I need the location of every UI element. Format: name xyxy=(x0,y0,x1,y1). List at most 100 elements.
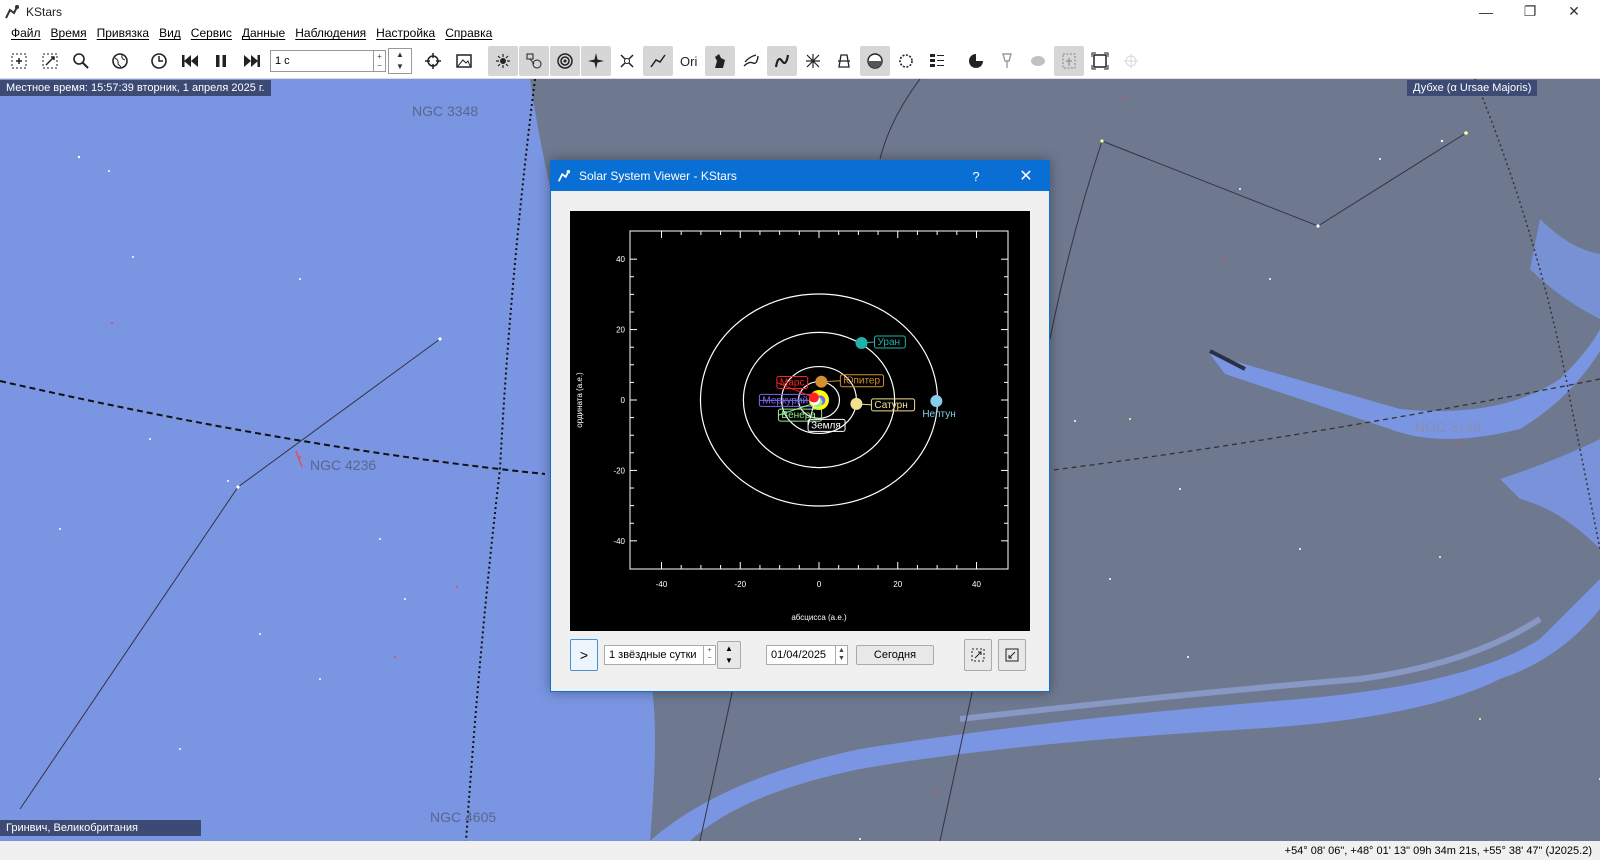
zoom-out-icon[interactable] xyxy=(35,46,65,76)
menu-file[interactable]: Файл xyxy=(6,26,46,40)
dialog-help-button[interactable]: ? xyxy=(963,161,989,191)
label-ngc4236: NGC 4236 xyxy=(310,457,376,473)
main-toolbar: 1 c + − ▲ ▼ Ori xyxy=(0,43,1600,79)
today-button[interactable]: Сегодня xyxy=(856,645,934,665)
hips-toggle-icon[interactable] xyxy=(922,46,952,76)
solar-system-plot[interactable]: -40 -20 0 20 40 40 20 0 -20 -40 Меркурий Венера Зем… xyxy=(570,211,1030,631)
minimize-button[interactable]: — xyxy=(1464,0,1508,23)
coordinates-readout: +54° 08' 06", +48° 01' 13" 09h 34m 21s, … xyxy=(1284,844,1592,857)
time-step-control: 1 c + − ▲ ▼ xyxy=(270,47,412,74)
maximize-button[interactable]: ❐ xyxy=(1508,0,1552,23)
date-field[interactable]: 01/04/2025 xyxy=(766,645,836,665)
y-tick-label: 40 xyxy=(616,255,625,264)
time-step-units[interactable]: ▲ ▼ xyxy=(388,47,412,74)
x-tick-label: -20 xyxy=(734,580,746,589)
milky-way-toggle-icon[interactable] xyxy=(736,46,766,76)
play-button[interactable]: > xyxy=(570,639,598,671)
dialog-titlebar: Solar System Viewer - KStars ? ✕ xyxy=(551,161,1049,191)
horizontal-grid-toggle-icon[interactable] xyxy=(829,46,859,76)
dialog-close-button[interactable]: ✕ xyxy=(1009,161,1043,191)
menu-data[interactable]: Данные xyxy=(237,26,290,40)
date-spinner[interactable]: ▲ ▼ xyxy=(836,645,848,665)
y-tick-label: -20 xyxy=(613,466,625,475)
time-step-spin[interactable]: + − xyxy=(374,49,386,72)
menubar: Файл Время Привязка Вид Сервис Данные На… xyxy=(0,23,1600,43)
y-tick-label: 20 xyxy=(616,326,625,335)
x-tick-label: 20 xyxy=(893,580,902,589)
zoom-out-plot-button[interactable] xyxy=(998,639,1026,671)
constellation-lines-toggle-icon[interactable] xyxy=(643,45,673,76)
globe-icon[interactable] xyxy=(105,46,135,76)
viewer-controls: > 1 звёздные сутки + − ▲ ▼ 01/04/2025 ▲ ▼ С… xyxy=(570,639,1030,673)
zoom-in-plot-button[interactable] xyxy=(964,639,992,671)
solar-system-plot-canvas: -40 -20 0 20 4040200-20-40 МеркурийВенераЗем… xyxy=(575,230,1009,622)
menu-observation[interactable]: Наблюдения xyxy=(290,26,371,40)
menu-time[interactable]: Время xyxy=(46,26,92,40)
stars-toggle-icon[interactable] xyxy=(488,45,518,76)
y-tick-label: 0 xyxy=(621,396,626,405)
window-titlebar: KStars — ❐ ✕ xyxy=(0,0,1600,23)
menu-help[interactable]: Справка xyxy=(440,26,497,40)
deep-sky-toggle-icon[interactable] xyxy=(519,45,549,76)
svg-text:Ori: Ori xyxy=(680,54,697,69)
ground-toggle-icon[interactable] xyxy=(891,46,921,76)
constellation-names-toggle-icon[interactable]: Ori xyxy=(674,46,704,76)
clock-icon[interactable] xyxy=(144,46,174,76)
supernova-toggle-icon[interactable] xyxy=(581,45,611,76)
menu-settings[interactable]: Настройка xyxy=(371,26,440,40)
location-display: Гринвич, Великобритания xyxy=(0,820,201,836)
y-axis-label: ордината (а.е.) xyxy=(575,372,584,428)
planet-label: Нептун xyxy=(922,409,955,420)
sensor-fov-icon[interactable] xyxy=(1054,45,1084,76)
ekos-icon[interactable] xyxy=(961,46,991,76)
menu-pointing[interactable]: Привязка xyxy=(92,26,154,40)
planet-label: Меркурий xyxy=(762,395,808,406)
zoom-in-icon[interactable] xyxy=(4,46,34,76)
planet-label: Юпитер xyxy=(843,376,880,387)
image-icon[interactable] xyxy=(449,46,479,76)
label-ngc4605: NGC 4605 xyxy=(430,809,496,825)
zoom-out-icon xyxy=(1005,648,1019,662)
time-step-spinner[interactable]: + − xyxy=(704,645,716,665)
label-ngc3348: NGC 3348 xyxy=(412,103,478,119)
ecliptic-toggle-icon[interactable] xyxy=(767,45,797,76)
zoom-in-icon xyxy=(971,648,985,662)
crosshair-icon[interactable] xyxy=(1116,46,1146,76)
coordinate-grid-toggle-icon[interactable] xyxy=(798,46,828,76)
window-title: KStars xyxy=(26,4,63,19)
fov-symbol-icon[interactable] xyxy=(1023,46,1053,76)
y-tick-label: -40 xyxy=(613,537,625,546)
x-tick-label: -40 xyxy=(656,580,668,589)
find-icon[interactable] xyxy=(66,46,96,76)
planet-label: Марс xyxy=(780,378,805,389)
menu-tools[interactable]: Сервис xyxy=(186,26,237,40)
time-step-field[interactable]: 1 c xyxy=(270,49,374,72)
fullscreen-icon[interactable] xyxy=(1085,46,1115,76)
step-back-icon[interactable] xyxy=(175,46,205,76)
time-step-units-spinner[interactable]: ▲ ▼ xyxy=(717,641,741,669)
local-time-display: Местное время: 15:57:39 вторник, 1 апрел… xyxy=(0,80,271,96)
step-forward-icon[interactable] xyxy=(237,46,267,76)
solar-system-viewer-dialog: Solar System Viewer - KStars ? ✕ -40 -20 0… xyxy=(550,160,1050,692)
constellation-art-toggle-icon[interactable] xyxy=(705,45,735,76)
planet-label: Земля xyxy=(811,420,841,431)
menu-view[interactable]: Вид xyxy=(154,26,186,40)
satellites-toggle-icon[interactable] xyxy=(612,46,642,76)
solar-system-toggle-icon[interactable] xyxy=(550,45,580,76)
dialog-title: Solar System Viewer - KStars xyxy=(579,169,737,183)
planet-label: Уран xyxy=(878,337,901,348)
x-tick-label: 40 xyxy=(972,580,981,589)
close-button[interactable]: ✕ xyxy=(1552,0,1596,23)
time-step-selector[interactable]: 1 звёздные сутки xyxy=(604,645,704,665)
x-tick-label: 0 xyxy=(817,580,822,589)
horizon-toggle-icon[interactable] xyxy=(860,45,890,76)
telescope-target-icon[interactable] xyxy=(418,46,448,76)
mount-icon[interactable] xyxy=(992,46,1022,76)
statusbar: +54° 08' 06", +48° 01' 13" 09h 34m 21s, … xyxy=(0,841,1600,860)
kstars-app-icon xyxy=(5,4,19,18)
planet-label: Сатурн xyxy=(874,400,907,411)
kstars-dialog-icon xyxy=(557,169,571,182)
x-axis-label: абсцисса (а.е.) xyxy=(791,613,847,622)
focus-object-display: Дубхе (α Ursae Majoris) xyxy=(1407,80,1538,96)
pause-icon[interactable] xyxy=(206,46,236,76)
